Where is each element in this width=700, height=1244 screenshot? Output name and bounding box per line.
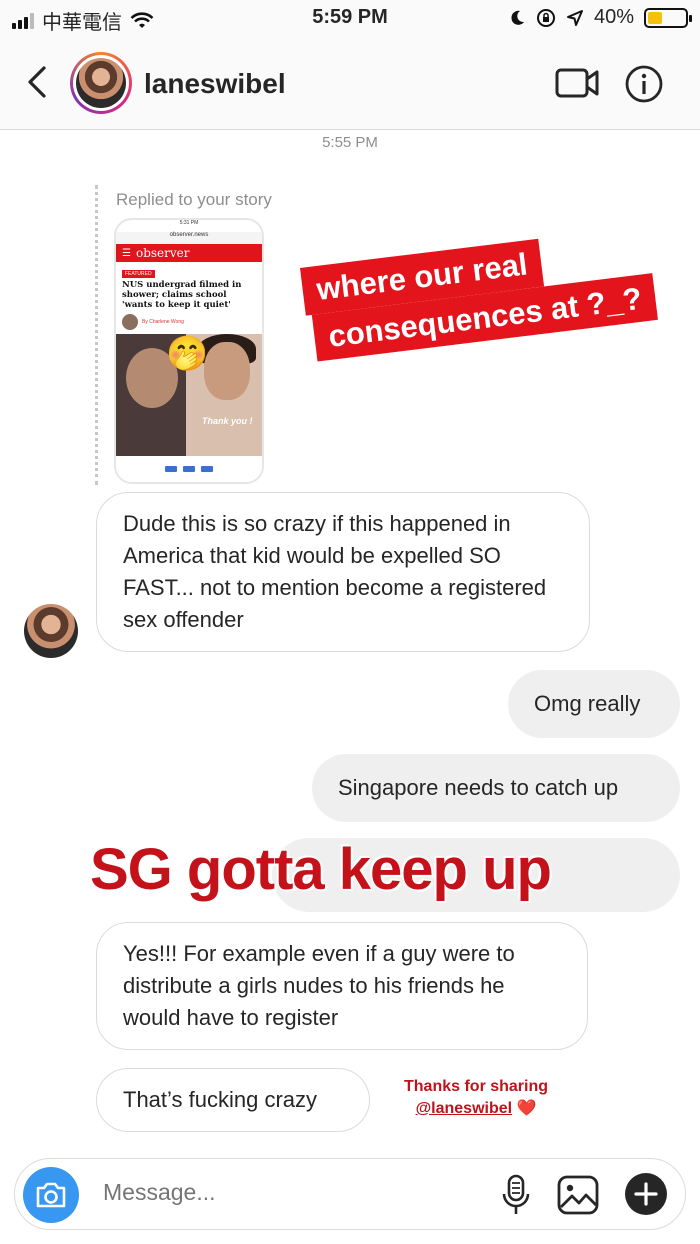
video-call-icon[interactable] bbox=[555, 66, 599, 100]
story-thumbnail[interactable]: 5:31 PM observer.news ☰ observer FEATURE… bbox=[114, 218, 264, 484]
battery-icon bbox=[644, 7, 692, 28]
mention-link[interactable]: @laneswibel bbox=[416, 1100, 513, 1117]
thanks-sticker: Thanks for sharing @laneswibel ❤️ bbox=[404, 1076, 548, 1120]
add-button[interactable] bbox=[625, 1173, 667, 1215]
battery-percent: 40% bbox=[593, 6, 634, 28]
story-byline-text: By Charlene Wong bbox=[142, 319, 184, 325]
microphone-icon[interactable] bbox=[501, 1173, 531, 1217]
story-photo: 🤭 Thank you ! bbox=[116, 334, 262, 456]
story-photo-caption: Thank you ! bbox=[202, 416, 253, 426]
story-share-bar bbox=[116, 456, 262, 482]
chat-username[interactable]: laneswibel bbox=[144, 68, 286, 100]
author-avatar bbox=[122, 314, 138, 330]
status-bar: 中華電信 5:59 PM 40% bbox=[0, 0, 700, 36]
rotation-lock-icon bbox=[536, 8, 555, 27]
story-phone-time: 5:31 PM bbox=[179, 220, 199, 226]
location-icon bbox=[566, 9, 583, 26]
story-url: observer.news bbox=[116, 232, 262, 244]
story-brand: observer bbox=[135, 246, 190, 260]
chat-header: laneswibel bbox=[0, 36, 700, 130]
message-bubble-outgoing[interactable]: Omg really bbox=[508, 670, 680, 738]
info-icon[interactable] bbox=[624, 64, 664, 104]
plus-icon bbox=[634, 1182, 658, 1206]
moon-icon bbox=[511, 10, 524, 25]
replied-to-story-label: Replied to your story bbox=[116, 190, 272, 209]
story-brand-bar: ☰ observer bbox=[116, 244, 262, 262]
story-byline: By Charlene Wong bbox=[122, 314, 256, 330]
back-icon[interactable] bbox=[22, 64, 52, 100]
message-composer bbox=[14, 1158, 686, 1230]
camera-icon bbox=[36, 1182, 66, 1208]
header-avatar[interactable] bbox=[70, 52, 132, 114]
status-icons: 40% bbox=[508, 6, 692, 29]
menu-icon: ☰ bbox=[122, 247, 131, 259]
message-input[interactable] bbox=[103, 1179, 463, 1206]
message-bubble-outgoing[interactable]: Singapore needs to catch up bbox=[312, 754, 680, 822]
reply-divider bbox=[95, 185, 98, 485]
gallery-icon[interactable] bbox=[557, 1175, 599, 1215]
message-bubble-incoming[interactable]: Dude this is so crazy if this happened i… bbox=[96, 492, 590, 652]
message-bubble-incoming[interactable]: That’s fucking crazy bbox=[96, 1068, 370, 1132]
story-sticker-text: where our real consequences at ?_? bbox=[300, 225, 659, 362]
heart-icon: ❤️ bbox=[516, 1100, 537, 1117]
story-tag: FEATURED bbox=[122, 270, 155, 278]
thanks-mention-line: @laneswibel ❤️ bbox=[404, 1098, 548, 1120]
message-bubble-incoming[interactable]: Yes!!! For example even if a guy were to… bbox=[96, 922, 588, 1050]
sender-avatar[interactable] bbox=[24, 604, 78, 658]
story-headline: NUS undergrad filmed in shower; claims s… bbox=[122, 280, 242, 310]
sg-sticker-text: SG gotta keep up bbox=[90, 837, 552, 902]
message-timestamp: 5:55 PM bbox=[322, 134, 378, 151]
camera-button[interactable] bbox=[23, 1167, 79, 1223]
thanks-line: Thanks for sharing bbox=[404, 1078, 549, 1095]
hand-over-mouth-emoji: 🤭 bbox=[166, 335, 209, 373]
